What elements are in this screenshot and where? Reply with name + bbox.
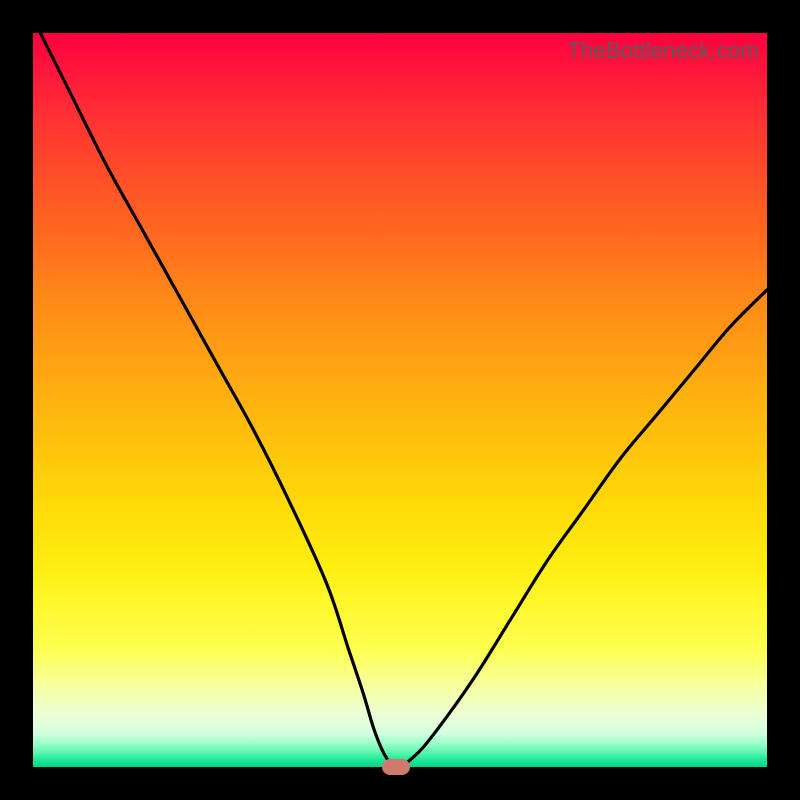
chart-frame: TheBottleneck.com (0, 0, 800, 800)
curve-layer (33, 33, 767, 767)
optimum-marker (382, 759, 410, 775)
bottleneck-curve (40, 33, 767, 767)
plot-area: TheBottleneck.com (33, 33, 767, 767)
